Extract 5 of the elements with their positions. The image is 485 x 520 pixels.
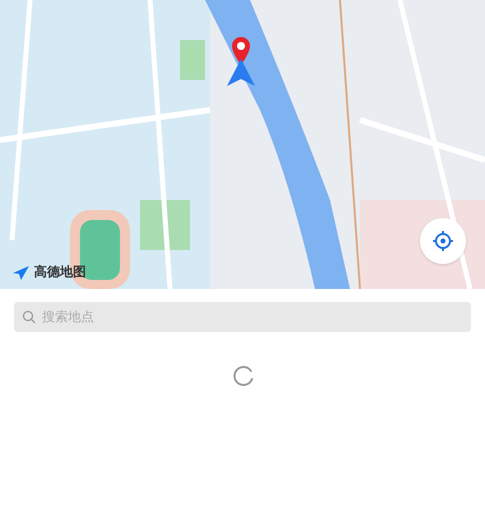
paper-plane-icon <box>12 264 30 281</box>
search-field[interactable]: 搜索地点 <box>14 302 471 332</box>
crosshair-icon <box>432 230 454 252</box>
search-icon <box>22 310 36 324</box>
navigation-arrow-icon <box>226 58 256 88</box>
